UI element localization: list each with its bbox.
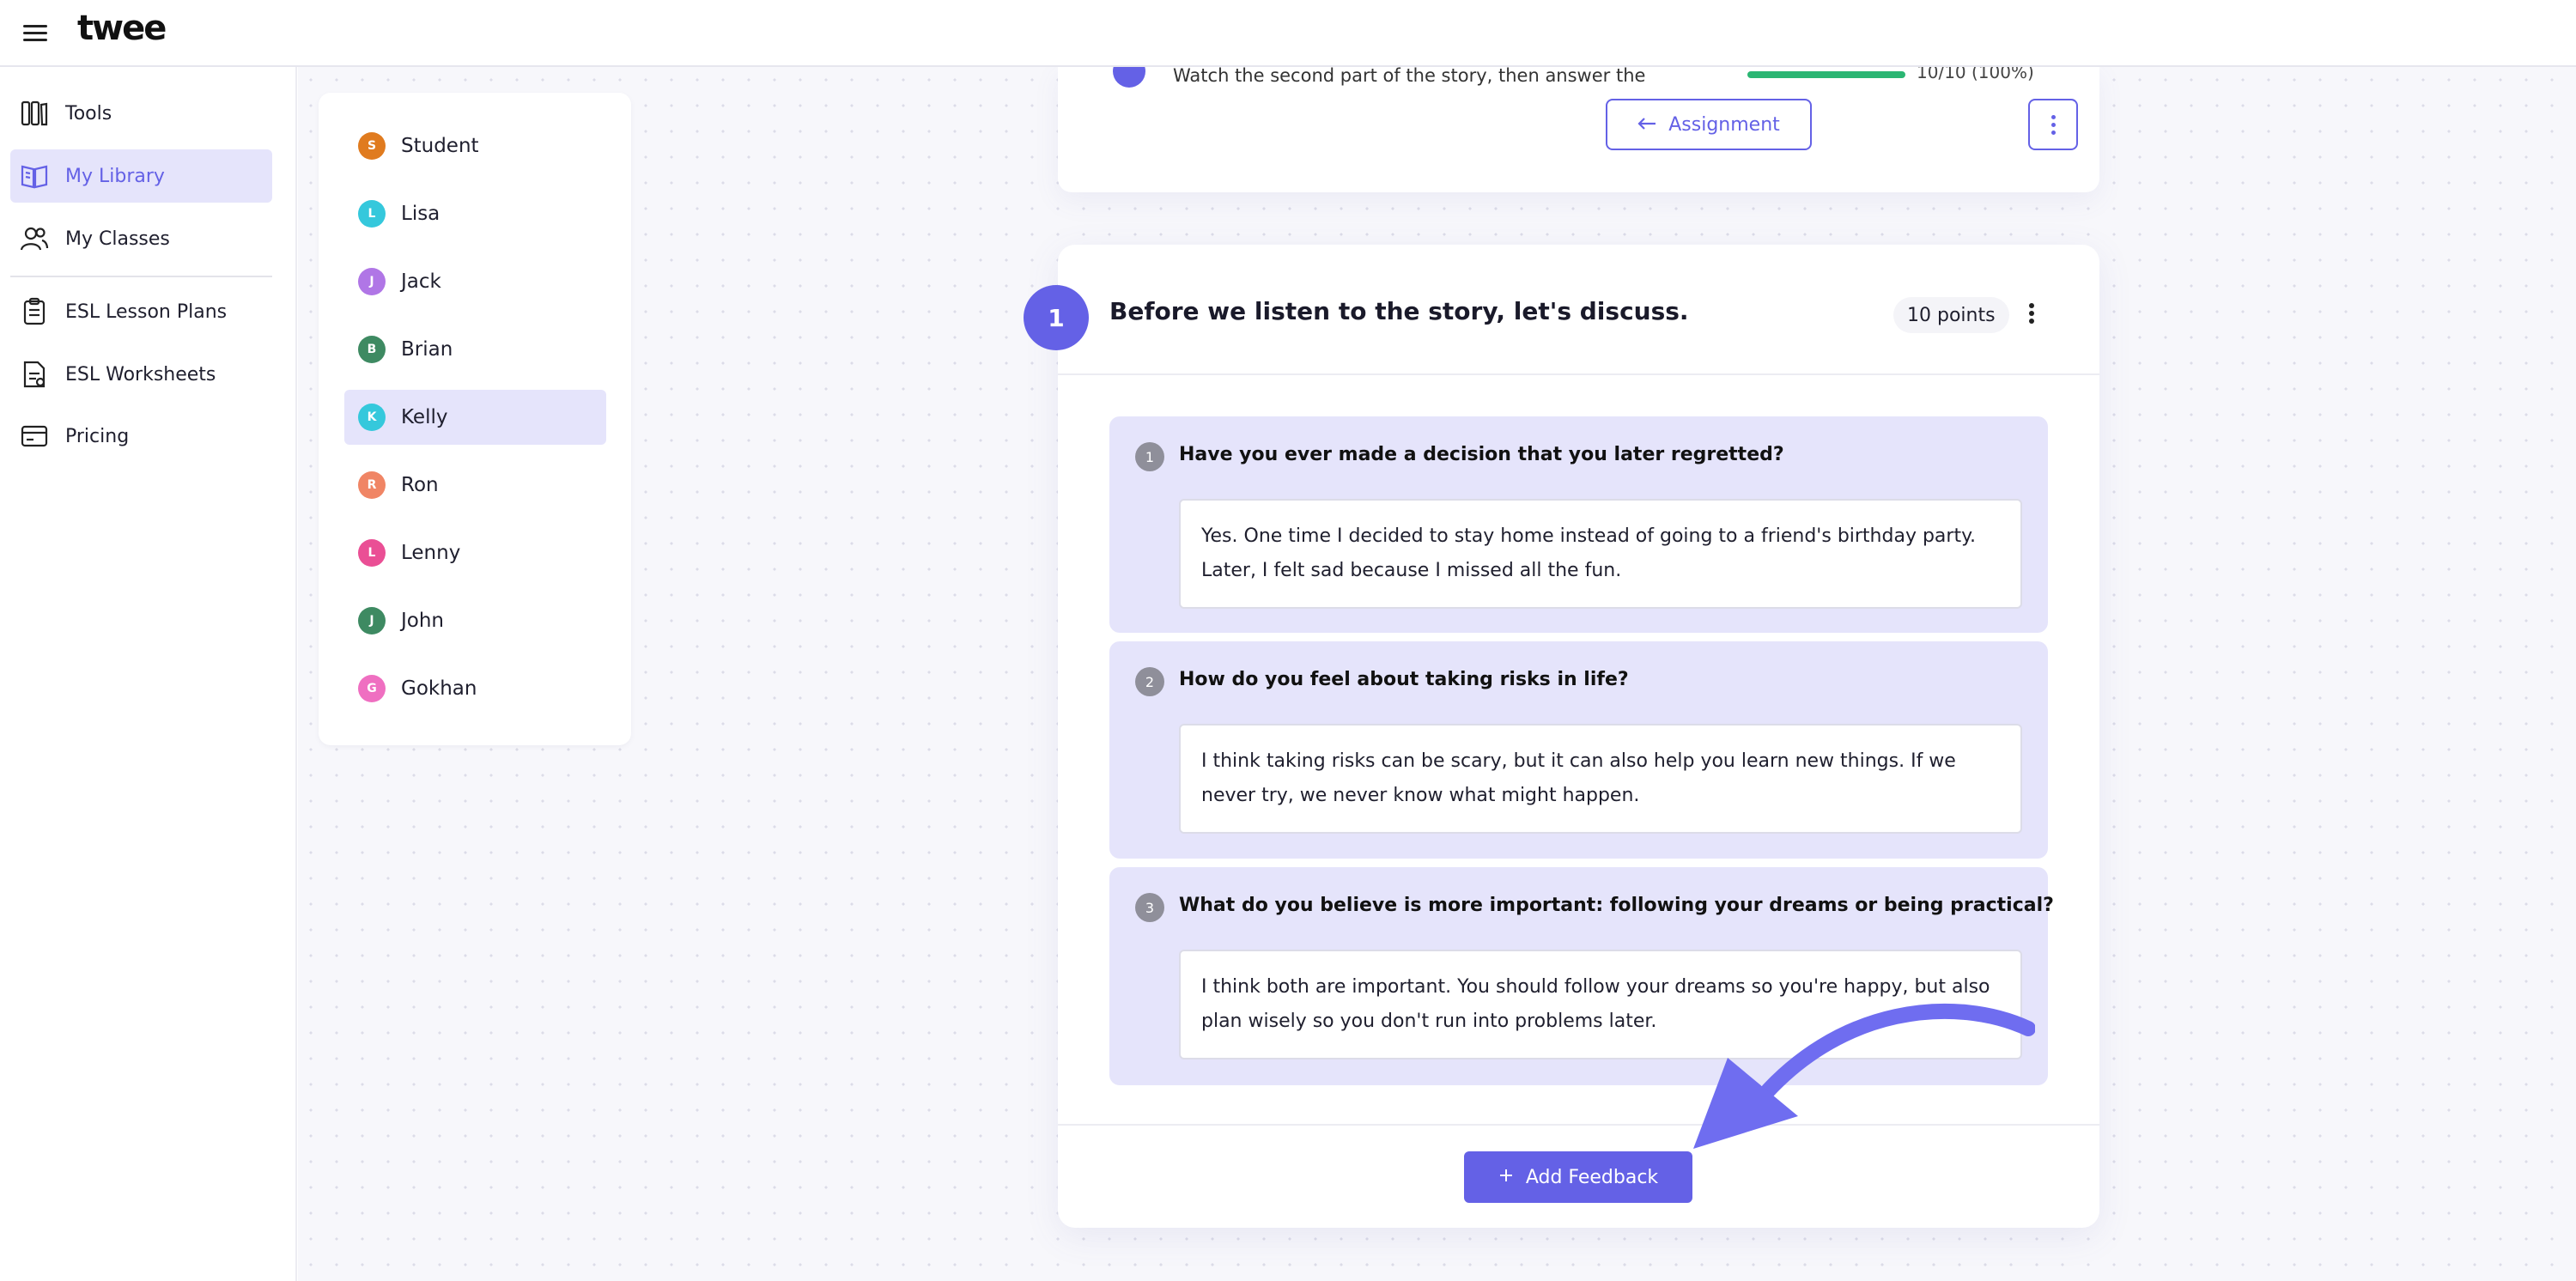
student-name: Brian (401, 338, 453, 361)
sidebar-item-esl-worksheets[interactable]: ESL Worksheets (10, 348, 272, 401)
subquestion-number: 1 (1135, 442, 1164, 471)
subquestion-number: 3 (1135, 893, 1164, 922)
sidebar-item-label: My Library (65, 165, 165, 187)
student-item-ron[interactable]: R Ron (344, 458, 606, 513)
avatar: L (358, 200, 386, 228)
question-number-badge (1113, 67, 1145, 88)
avatar: S (358, 132, 386, 160)
question-title: Watch the second part of the story, then… (1173, 67, 1646, 86)
subquestion-text: What do you believe is more important: f… (1179, 895, 2054, 916)
sidebar-item-label: My Classes (65, 228, 170, 250)
sidebar-item-label: ESL Lesson Plans (65, 301, 228, 323)
worksheet-icon (17, 357, 52, 392)
student-item-jack[interactable]: J Jack (344, 254, 606, 309)
students-panel: S Student L Lisa J Jack B Brian K Kelly … (319, 93, 631, 745)
avatar: J (358, 268, 386, 295)
student-name: Student (401, 135, 479, 157)
question-header-divider (1058, 373, 2099, 375)
student-item-kelly[interactable]: K Kelly (344, 390, 606, 445)
avatar: B (358, 336, 386, 363)
student-name: Gokhan (401, 677, 477, 700)
top-bar: twee (0, 0, 2576, 67)
sidebar-item-my-classes[interactable]: My Classes (10, 212, 272, 265)
subquestion-3: 3 What do you believe is more important:… (1109, 867, 2054, 1085)
previous-question-card: Watch the second part of the story, then… (1058, 67, 2099, 192)
question-more-options-icon[interactable] (2020, 301, 2044, 331)
sidebar: Tools My Library My Classes ESL Lesson P… (0, 67, 297, 1281)
student-item-gokhan[interactable]: G Gokhan (344, 661, 606, 716)
plus-icon (1498, 1167, 1514, 1188)
avatar: L (358, 539, 386, 567)
student-name: John (401, 610, 445, 632)
question-footer-divider (1058, 1124, 2099, 1126)
subquestion-2: 2 How do you feel about taking risks in … (1109, 641, 2048, 859)
avatar: G (358, 675, 386, 702)
card-icon (17, 419, 52, 453)
student-answer: I think both are important. You should f… (1179, 950, 2022, 1059)
library-book-icon (17, 159, 52, 193)
score-progress-bar (1747, 71, 1905, 78)
sidebar-item-label: ESL Worksheets (65, 363, 216, 386)
student-name: Jack (401, 270, 441, 293)
sidebar-item-pricing[interactable]: Pricing (10, 410, 272, 463)
student-item-student[interactable]: S Student (344, 118, 606, 173)
subquestion-text: How do you feel about taking risks in li… (1179, 669, 1629, 690)
sidebar-item-label: Tools (65, 102, 112, 124)
subquestion-1: 1 Have you ever made a decision that you… (1109, 416, 2048, 633)
back-to-assignment-button[interactable]: Assignment (1606, 99, 1812, 150)
student-name: Kelly (401, 406, 448, 428)
student-name: Lisa (401, 203, 440, 225)
student-answer: Yes. One time I decided to stay home ins… (1179, 499, 2022, 609)
sidebar-item-tools[interactable]: Tools (10, 87, 272, 140)
student-item-brian[interactable]: B Brian (344, 322, 606, 377)
assignment-button-label: Assignment (1668, 113, 1780, 136)
arrow-left-icon (1637, 114, 1656, 136)
add-feedback-button[interactable]: Add Feedback (1464, 1151, 1692, 1203)
subquestion-text: Have you ever made a decision that you l… (1179, 444, 1784, 465)
app-logo[interactable]: twee (77, 9, 167, 48)
avatar: R (358, 471, 386, 499)
hamburger-menu-icon[interactable] (21, 19, 50, 48)
avatar: J (358, 607, 386, 634)
sidebar-item-my-library[interactable]: My Library (10, 149, 272, 203)
sidebar-item-label: Pricing (65, 425, 130, 447)
clipboard-icon (17, 294, 52, 329)
student-item-john[interactable]: J John (344, 593, 606, 648)
score-text: 10/10 (100%) (1917, 67, 2034, 82)
users-icon (17, 222, 52, 256)
student-name: Ron (401, 474, 439, 496)
student-name: Lenny (401, 542, 461, 564)
more-options-icon[interactable] (2028, 99, 2078, 150)
question-title: Before we listen to the story, let's dis… (1109, 297, 1689, 325)
add-feedback-label: Add Feedback (1525, 1166, 1659, 1188)
question-number-badge: 1 (1024, 285, 1089, 350)
subquestion-number: 2 (1135, 667, 1164, 696)
avatar: K (358, 404, 386, 431)
student-item-lenny[interactable]: L Lenny (344, 525, 606, 580)
tools-icon (17, 96, 52, 131)
student-answer: I think taking risks can be scary, but i… (1179, 724, 2022, 834)
points-badge: 10 points (1893, 297, 2009, 333)
sidebar-divider (10, 276, 272, 277)
sidebar-item-esl-lesson-plans[interactable]: ESL Lesson Plans (10, 285, 272, 338)
student-item-lisa[interactable]: L Lisa (344, 186, 606, 241)
